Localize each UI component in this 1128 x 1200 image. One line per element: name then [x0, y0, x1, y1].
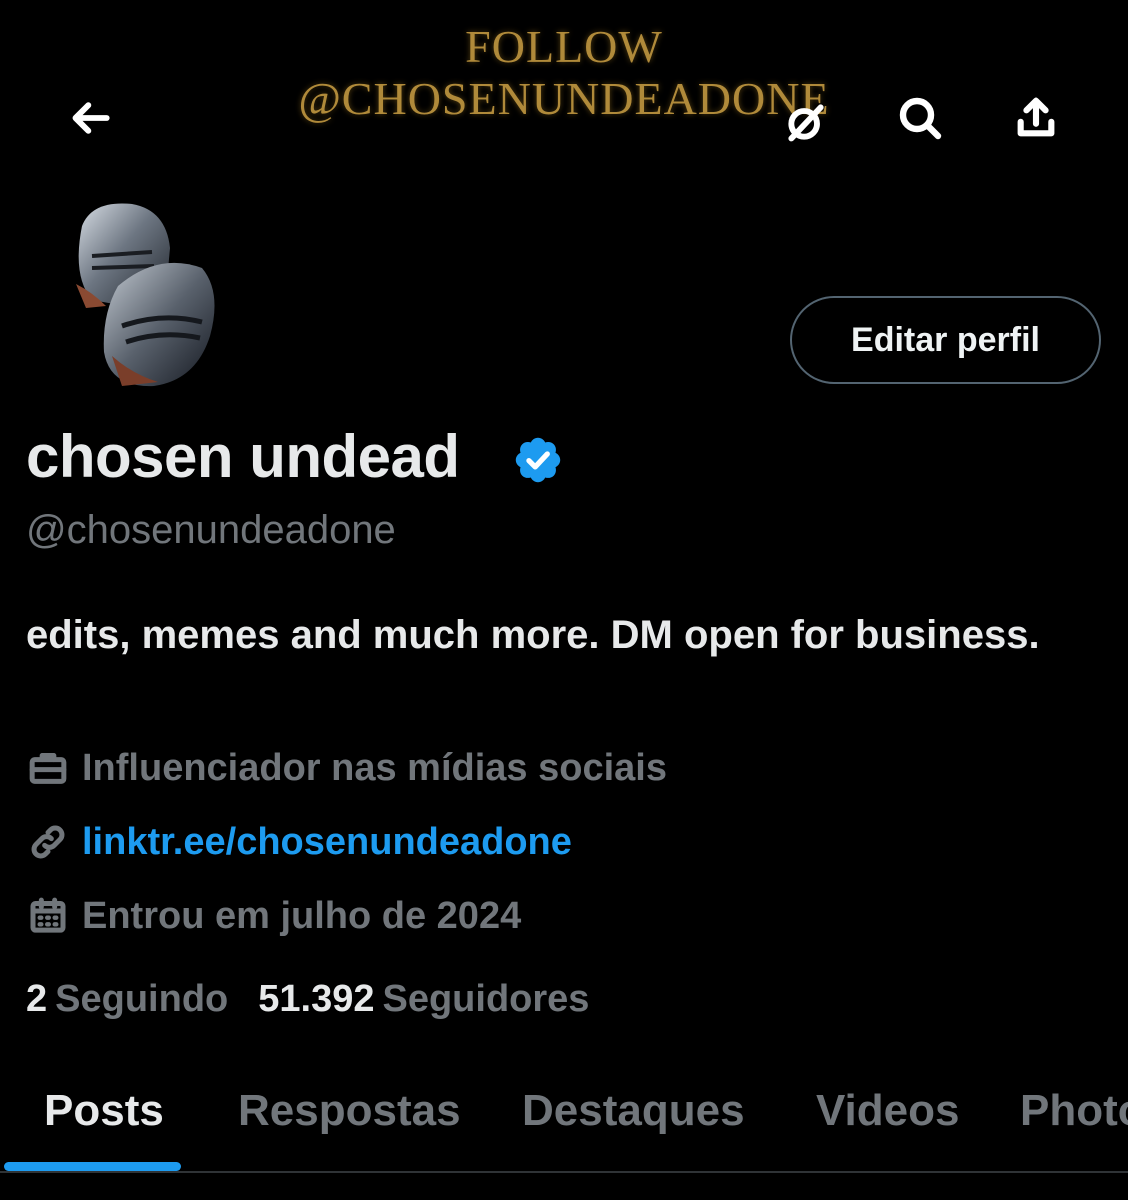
- tab-videos[interactable]: Videos: [816, 1086, 959, 1136]
- banner-text-line1: FOLLOW: [465, 21, 663, 72]
- profile-stats: 2 Seguindo 51.392 Seguidores: [26, 978, 619, 1021]
- share-icon[interactable]: [1008, 90, 1064, 146]
- profile-category: Influenciador nas mídias sociais: [26, 746, 667, 790]
- briefcase-icon: [26, 746, 70, 790]
- profile-website-link[interactable]: linktr.ee/chosenundeadone: [82, 821, 572, 864]
- following-label[interactable]: Seguindo: [55, 978, 228, 1021]
- profile-tabs: Posts Respostas Destaques Videos Photos: [0, 1078, 1128, 1174]
- followers-count[interactable]: 51.392: [258, 978, 374, 1021]
- active-tab-indicator: [4, 1162, 181, 1171]
- grok-icon[interactable]: [778, 94, 834, 150]
- profile-category-label: Influenciador nas mídias sociais: [82, 746, 667, 789]
- calendar-icon: [26, 894, 70, 938]
- profile-joined-label: Entrou em julho de 2024: [82, 894, 522, 937]
- profile-banner[interactable]: FOLLOW @CHOSENUNDEADONE: [0, 0, 1128, 180]
- tab-destaques[interactable]: Destaques: [522, 1086, 745, 1136]
- display-name: chosen undead: [26, 423, 460, 490]
- profile-joined: Entrou em julho de 2024: [26, 894, 521, 938]
- tabs-divider: [0, 1171, 1128, 1173]
- tab-respostas[interactable]: Respostas: [238, 1086, 461, 1136]
- profile-handle: @chosenundeadone: [26, 508, 396, 552]
- tab-posts[interactable]: Posts: [44, 1086, 164, 1136]
- following-count[interactable]: 2: [26, 978, 47, 1021]
- search-icon[interactable]: [892, 90, 948, 146]
- back-arrow-icon[interactable]: [64, 90, 120, 146]
- banner-text-line2: @CHOSENUNDEADONE: [298, 73, 830, 124]
- profile-bio: edits, memes and much more. DM open for …: [26, 613, 1040, 657]
- followers-label[interactable]: Seguidores: [382, 978, 589, 1021]
- verified-badge-icon[interactable]: [512, 434, 564, 486]
- link-icon: [26, 820, 70, 864]
- tab-photos[interactable]: Photos: [1020, 1086, 1128, 1136]
- edit-profile-button[interactable]: Editar perfil: [790, 296, 1101, 384]
- avatar[interactable]: [62, 196, 224, 394]
- profile-website[interactable]: linktr.ee/chosenundeadone: [26, 820, 572, 864]
